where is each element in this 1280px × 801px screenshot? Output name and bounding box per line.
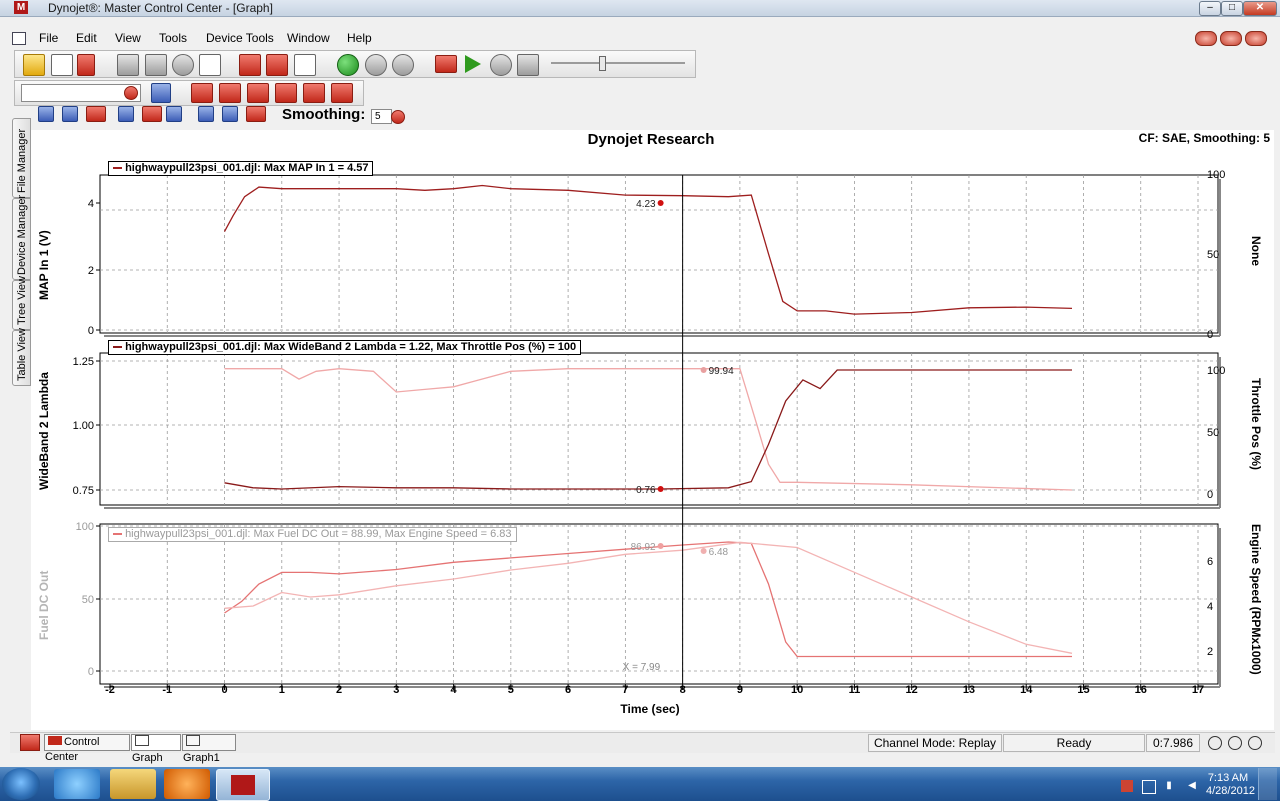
x-tick-label: 11	[849, 684, 861, 696]
graph-tab-icon	[135, 735, 149, 746]
doc-tab-graph[interactable]: Graph	[131, 734, 181, 764]
panel2-y2-label: Throttle Pos (%)	[1249, 378, 1263, 470]
cursor-marker-label: 86.92	[631, 542, 656, 553]
cursor-marker	[700, 548, 707, 554]
x-tick-label: 1	[279, 684, 285, 696]
y2-tick-label: 6	[1207, 556, 1213, 568]
cursor-marker-label: 99.94	[709, 366, 734, 377]
y-tick-label: 100	[76, 521, 94, 533]
x-tick-label: 5	[508, 684, 514, 696]
clock-date: 4/28/2012	[1206, 785, 1255, 797]
cursor-marker	[657, 486, 664, 492]
dyno-icon[interactable]	[20, 734, 40, 751]
status-led-red	[1248, 736, 1262, 750]
cursor-marker	[657, 200, 664, 206]
y-tick-label: 2	[88, 265, 94, 277]
x-tick-label: 16	[1135, 684, 1147, 696]
x-tick-label: 8	[680, 684, 686, 696]
x-tick-label: 10	[791, 684, 803, 696]
y-tick-label: 1.25	[73, 356, 94, 368]
y2-tick-label: 2	[1207, 646, 1213, 658]
x-tick-label: 4	[451, 684, 458, 696]
panel1-y-label: MAP In 1 (V)	[37, 230, 51, 300]
legend-swatch	[113, 533, 122, 536]
cursor-marker-label: 6.48	[709, 547, 729, 558]
panel1-y2-label: None	[1249, 236, 1263, 266]
start-button[interactable]	[2, 768, 40, 800]
panel-frame	[99, 174, 1219, 334]
panel2-y-label: WideBand 2 Lambda	[37, 372, 51, 490]
y-tick-label: 50	[82, 594, 94, 606]
file-explorer-icon[interactable]	[110, 769, 156, 799]
doc-tab-control-center[interactable]: Control Center	[44, 734, 130, 763]
action-center-icon[interactable]	[1121, 780, 1133, 792]
panel-frame	[99, 352, 1219, 506]
x-tick-label: 12	[906, 684, 918, 696]
x-tick-label: 6	[565, 684, 571, 696]
x-tick-label: 9	[737, 684, 743, 696]
panel3-legend[interactable]: highwaypull23psi_001.djl: Max Fuel DC Ou…	[108, 527, 517, 542]
graph-tab-icon	[186, 735, 200, 746]
x-tick-label: -1	[162, 684, 172, 696]
cursor-marker-label: 4.23	[636, 199, 656, 210]
x-tick-label: -2	[105, 684, 115, 696]
y2-tick-label: 0	[1207, 329, 1213, 341]
ready-status: Ready	[1003, 734, 1145, 752]
y-tick-label: 0.75	[73, 485, 94, 497]
y-tick-label: 1.00	[73, 420, 94, 432]
cursor-x-label: X = 7.99	[623, 662, 661, 673]
dynojet-logo-icon	[231, 775, 255, 795]
legend-swatch	[113, 346, 122, 349]
status-led-yellow	[1228, 736, 1242, 750]
y-tick-label: 0	[88, 325, 94, 337]
internet-explorer-icon[interactable]	[54, 769, 100, 799]
panel3-y2-label: Engine Speed (RPMx1000)	[1249, 524, 1263, 675]
y2-tick-label: 100	[1207, 169, 1225, 181]
channel-mode-status: Channel Mode: Replay	[868, 734, 1002, 752]
y-tick-label: 4	[88, 198, 94, 210]
y-tick-label: 0	[88, 666, 94, 678]
panel2-legend[interactable]: highwaypull23psi_001.djl: Max WideBand 2…	[108, 340, 582, 355]
legend-swatch	[113, 167, 122, 170]
y2-tick-label: 50	[1207, 249, 1219, 261]
y2-tick-label: 50	[1207, 427, 1219, 439]
y2-tick-label: 4	[1207, 601, 1213, 613]
volume-icon[interactable]: ◀	[1186, 780, 1198, 792]
show-desktop-button[interactable]	[1258, 768, 1277, 800]
time-status: 0:7.986	[1146, 734, 1200, 752]
panel1-legend[interactable]: highwaypull23psi_001.djl: Max MAP In 1 =…	[108, 161, 374, 176]
y2-tick-label: 0	[1207, 489, 1213, 501]
cursor-marker	[657, 543, 664, 549]
status-led-green	[1208, 736, 1222, 750]
control-center-icon	[48, 736, 62, 745]
chart-svg[interactable]: 4201005001.251.000.75100500100500642-2 -1…	[0, 0, 1280, 801]
cursor-marker	[700, 367, 707, 373]
x-tick-label: 15	[1077, 684, 1089, 696]
media-player-icon[interactable]	[164, 769, 210, 799]
dynojet-task-icon[interactable]	[216, 769, 270, 801]
x-tick-label: 13	[963, 684, 975, 696]
x-tick-label: 17	[1192, 684, 1204, 696]
network-icon[interactable]: ▮	[1163, 780, 1175, 792]
x-axis-label: Time (sec)	[620, 702, 680, 716]
clock-time: 7:13 AM	[1207, 772, 1249, 784]
x-tick-label: 2	[336, 684, 342, 696]
x-tick-label: 0	[221, 684, 227, 696]
clock[interactable]: 7:13 AM 4/28/2012	[1206, 772, 1255, 798]
doc-tab-graph1[interactable]: Graph1	[182, 734, 236, 764]
y2-tick-label: 100	[1207, 365, 1225, 377]
device-tray-icon[interactable]	[1142, 780, 1156, 794]
cursor-marker-label: 0.76	[636, 485, 656, 496]
x-tick-label: 3	[393, 684, 399, 696]
x-tick-label: 7	[622, 684, 628, 696]
x-tick-label: 14	[1020, 684, 1033, 696]
panel3-y-label: Fuel DC Out	[37, 570, 51, 640]
